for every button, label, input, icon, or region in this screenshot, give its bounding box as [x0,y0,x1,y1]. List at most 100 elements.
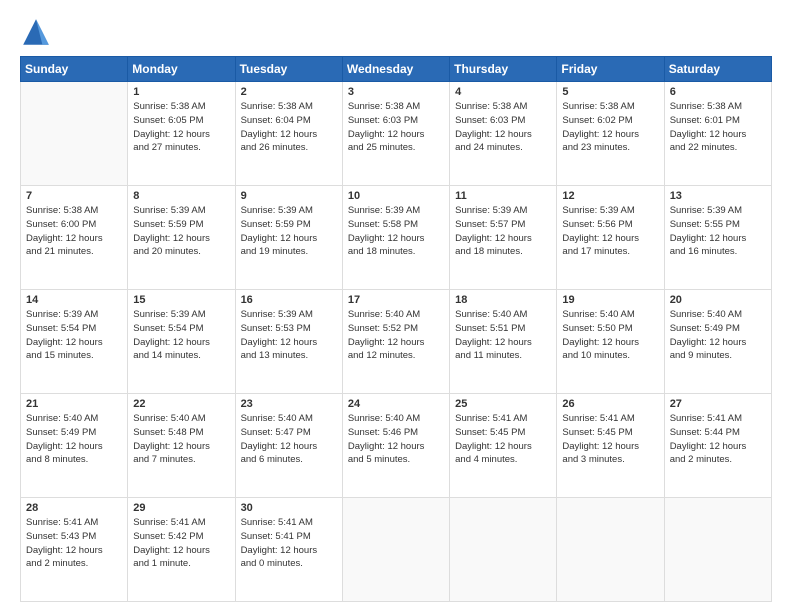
day-number: 22 [133,398,229,410]
day-cell [342,498,449,602]
day-number: 6 [670,86,766,98]
day-info: Sunrise: 5:39 AMSunset: 5:55 PMDaylight:… [670,204,766,259]
day-info: Sunrise: 5:41 AMSunset: 5:45 PMDaylight:… [562,412,658,467]
day-number: 12 [562,190,658,202]
day-info: Sunrise: 5:39 AMSunset: 5:58 PMDaylight:… [348,204,444,259]
day-cell: 24Sunrise: 5:40 AMSunset: 5:46 PMDayligh… [342,394,449,498]
day-number: 1 [133,86,229,98]
day-info: Sunrise: 5:40 AMSunset: 5:50 PMDaylight:… [562,308,658,363]
day-cell [557,498,664,602]
day-number: 2 [241,86,337,98]
day-number: 3 [348,86,444,98]
col-header-thursday: Thursday [450,57,557,82]
day-cell [21,82,128,186]
day-number: 10 [348,190,444,202]
day-info: Sunrise: 5:40 AMSunset: 5:52 PMDaylight:… [348,308,444,363]
day-cell: 26 Sunrise: 5:41 AMSunset: 5:45 PMDayligh… [557,394,664,498]
day-number: 28 [26,502,122,514]
day-info: Sunrise: 5:39 AMSunset: 5:54 PMDaylight:… [26,308,122,363]
day-info: Sunrise: 5:38 AMSunset: 6:00 PMDaylight:… [26,204,122,259]
day-info: Sunrise: 5:39 AMSunset: 5:59 PMDaylight:… [133,204,229,259]
day-number: 15 [133,294,229,306]
day-cell: 8 Sunrise: 5:39 AMSunset: 5:59 PMDaylight… [128,186,235,290]
day-cell: 21 Sunrise: 5:40 AMSunset: 5:49 PMDayligh… [21,394,128,498]
day-number: 17 [348,294,444,306]
day-info: Sunrise: 5:40 AMSunset: 5:51 PMDaylight:… [455,308,551,363]
day-cell: 23Sunrise: 5:40 AMSunset: 5:47 PMDayligh… [235,394,342,498]
week-row-2: 7Sunrise: 5:38 AMSunset: 6:00 PMDaylight… [21,186,772,290]
day-number: 27 [670,398,766,410]
day-cell: 16 Sunrise: 5:39 AMSunset: 5:53 PMDayligh… [235,290,342,394]
day-cell: 1Sunrise: 5:38 AMSunset: 6:05 PMDaylight… [128,82,235,186]
day-info: Sunrise: 5:40 AMSunset: 5:49 PMDaylight:… [26,412,122,467]
week-row-3: 14 Sunrise: 5:39 AMSunset: 5:54 PMDayligh… [21,290,772,394]
day-number: 26 [562,398,658,410]
day-cell: 10 Sunrise: 5:39 AMSunset: 5:58 PMDayligh… [342,186,449,290]
day-info: Sunrise: 5:41 AMSunset: 5:45 PMDaylight:… [455,412,551,467]
day-info: Sunrise: 5:38 AMSunset: 6:03 PMDaylight:… [348,100,444,155]
day-cell: 25Sunrise: 5:41 AMSunset: 5:45 PMDayligh… [450,394,557,498]
day-cell: 9 Sunrise: 5:39 AMSunset: 5:59 PMDaylight… [235,186,342,290]
day-cell: 6 Sunrise: 5:38 AMSunset: 6:01 PMDaylight… [664,82,771,186]
day-info: Sunrise: 5:39 AMSunset: 5:59 PMDaylight:… [241,204,337,259]
day-number: 8 [133,190,229,202]
day-cell: 7Sunrise: 5:38 AMSunset: 6:00 PMDaylight… [21,186,128,290]
col-header-tuesday: Tuesday [235,57,342,82]
day-cell: 30 Sunrise: 5:41 AMSunset: 5:41 PMDayligh… [235,498,342,602]
day-cell: 14 Sunrise: 5:39 AMSunset: 5:54 PMDayligh… [21,290,128,394]
day-number: 29 [133,502,229,514]
logo [20,16,58,48]
logo-icon [20,16,52,48]
day-info: Sunrise: 5:41 AMSunset: 5:41 PMDaylight:… [241,516,337,571]
day-number: 30 [241,502,337,514]
day-number: 5 [562,86,658,98]
day-number: 16 [241,294,337,306]
day-info: Sunrise: 5:38 AMSunset: 6:04 PMDaylight:… [241,100,337,155]
day-number: 4 [455,86,551,98]
day-number: 9 [241,190,337,202]
day-info: Sunrise: 5:39 AMSunset: 5:57 PMDaylight:… [455,204,551,259]
day-info: Sunrise: 5:39 AMSunset: 5:56 PMDaylight:… [562,204,658,259]
day-cell: 20 Sunrise: 5:40 AMSunset: 5:49 PMDayligh… [664,290,771,394]
day-info: Sunrise: 5:41 AMSunset: 5:42 PMDaylight:… [133,516,229,571]
page: SundayMondayTuesdayWednesdayThursdayFrid… [0,0,792,612]
day-info: Sunrise: 5:40 AMSunset: 5:47 PMDaylight:… [241,412,337,467]
week-row-1: 1Sunrise: 5:38 AMSunset: 6:05 PMDaylight… [21,82,772,186]
day-cell: 18 Sunrise: 5:40 AMSunset: 5:51 PMDayligh… [450,290,557,394]
day-cell: 28 Sunrise: 5:41 AMSunset: 5:43 PMDayligh… [21,498,128,602]
header [20,16,772,48]
day-info: Sunrise: 5:38 AMSunset: 6:01 PMDaylight:… [670,100,766,155]
day-number: 13 [670,190,766,202]
week-row-4: 21 Sunrise: 5:40 AMSunset: 5:49 PMDayligh… [21,394,772,498]
day-number: 20 [670,294,766,306]
day-number: 11 [455,190,551,202]
col-header-monday: Monday [128,57,235,82]
day-cell: 11 Sunrise: 5:39 AMSunset: 5:57 PMDayligh… [450,186,557,290]
col-header-sunday: Sunday [21,57,128,82]
day-info: Sunrise: 5:40 AMSunset: 5:49 PMDaylight:… [670,308,766,363]
day-cell: 12 Sunrise: 5:39 AMSunset: 5:56 PMDayligh… [557,186,664,290]
day-info: Sunrise: 5:41 AMSunset: 5:44 PMDaylight:… [670,412,766,467]
col-header-friday: Friday [557,57,664,82]
day-info: Sunrise: 5:41 AMSunset: 5:43 PMDaylight:… [26,516,122,571]
day-number: 14 [26,294,122,306]
day-cell: 13 Sunrise: 5:39 AMSunset: 5:55 PMDayligh… [664,186,771,290]
day-number: 21 [26,398,122,410]
day-cell: 3 Sunrise: 5:38 AMSunset: 6:03 PMDaylight… [342,82,449,186]
day-info: Sunrise: 5:38 AMSunset: 6:02 PMDaylight:… [562,100,658,155]
day-cell: 22 Sunrise: 5:40 AMSunset: 5:48 PMDayligh… [128,394,235,498]
day-number: 18 [455,294,551,306]
day-cell: 15Sunrise: 5:39 AMSunset: 5:54 PMDayligh… [128,290,235,394]
day-info: Sunrise: 5:39 AMSunset: 5:53 PMDaylight:… [241,308,337,363]
day-cell: 5 Sunrise: 5:38 AMSunset: 6:02 PMDaylight… [557,82,664,186]
day-cell: 19Sunrise: 5:40 AMSunset: 5:50 PMDayligh… [557,290,664,394]
week-row-5: 28 Sunrise: 5:41 AMSunset: 5:43 PMDayligh… [21,498,772,602]
day-cell [664,498,771,602]
calendar-table: SundayMondayTuesdayWednesdayThursdayFrid… [20,56,772,602]
col-header-saturday: Saturday [664,57,771,82]
day-cell: 4Sunrise: 5:38 AMSunset: 6:03 PMDaylight… [450,82,557,186]
day-info: Sunrise: 5:40 AMSunset: 5:48 PMDaylight:… [133,412,229,467]
day-cell: 27 Sunrise: 5:41 AMSunset: 5:44 PMDayligh… [664,394,771,498]
day-cell [450,498,557,602]
day-number: 24 [348,398,444,410]
